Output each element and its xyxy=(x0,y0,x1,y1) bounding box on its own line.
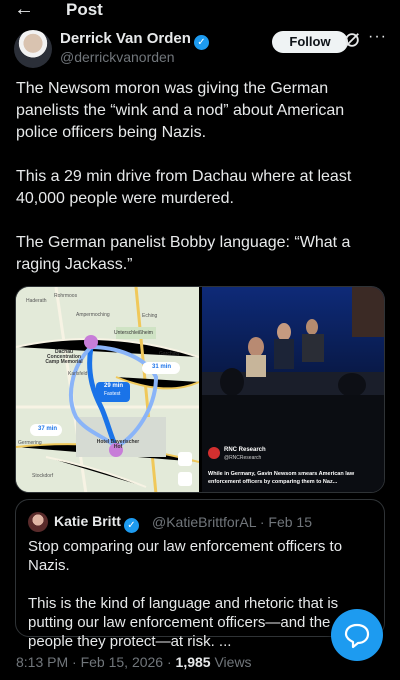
reply-fab-button[interactable] xyxy=(331,609,383,661)
quoted-handle: @KatieBrittforAL xyxy=(152,514,256,530)
route-alt-time: 37 min xyxy=(38,426,58,432)
map-label: Karlsfeld xyxy=(68,371,88,377)
quoted-post[interactable]: Katie Britt ✓ @KatieBrittforAL · Feb 15 S… xyxy=(15,499,385,650)
map-label: Unterschleißheim xyxy=(114,330,153,336)
views-label: Views xyxy=(210,654,252,670)
quoted-paragraph: This is the kind of language and rhetori… xyxy=(28,595,339,650)
quoted-name-wrap[interactable]: Katie Britt ✓ xyxy=(54,513,139,533)
map-label: Stockdorf xyxy=(32,473,54,479)
route-fastest-time: 29 min xyxy=(104,383,124,389)
follow-button[interactable]: Follow xyxy=(272,31,348,53)
author-handle[interactable]: @derrickvanorden xyxy=(60,49,175,65)
route-alt-time: 31 min xyxy=(152,364,172,370)
more-horizontal-icon[interactable]: ··· xyxy=(368,28,387,46)
quoted-paragraph: Stop comparing our law enforcement offic… xyxy=(28,538,343,574)
arrow-left-icon[interactable]: ← xyxy=(14,0,34,21)
views-count: 1,985 xyxy=(175,654,211,670)
post-paragraph: The Newsom moron was giving the German p… xyxy=(16,80,345,141)
quoted-handle-date: @KatieBrittforAL · Feb 15 xyxy=(152,514,312,530)
quoted-text: Stop comparing our law enforcement offic… xyxy=(28,537,378,670)
post-paragraph: This a 29 min drive from Dachau where at… xyxy=(16,168,352,207)
post-meta: 8:13 PM · Feb 15, 2026 · 1,985 Views xyxy=(16,654,252,670)
map-label: Ampermoching xyxy=(76,312,110,318)
post-timestamp[interactable]: 8:13 PM · Feb 15, 2026 · xyxy=(16,654,176,670)
map-image[interactable]: Rohrmoos Haderath Ampermoching Eching Un… xyxy=(16,287,199,492)
map-label: Hotel Bayerischer Hof xyxy=(96,439,140,450)
rnc-logo-icon xyxy=(208,447,220,459)
post-paragraph: The German panelist Bobby language: “Wha… xyxy=(16,234,351,273)
post-media[interactable]: Rohrmoos Haderath Ampermoching Eching Un… xyxy=(15,286,385,493)
video-scene xyxy=(202,287,384,492)
verified-badge-icon: ✓ xyxy=(193,35,209,50)
quoted-author-name[interactable]: Katie Britt xyxy=(54,513,121,529)
author-row: Derrick Van Orden ✓ @derrickvanorden Foll… xyxy=(14,28,386,68)
author-name[interactable]: Derrick Van Orden xyxy=(60,30,191,47)
map-label: Eching xyxy=(142,313,158,319)
video-source-name: RNC Research xyxy=(224,447,266,453)
map-label: Germering xyxy=(18,440,42,446)
quoted-avatar[interactable] xyxy=(28,512,48,532)
map-label: Garching xyxy=(159,351,180,357)
post-text: The Newsom moron was giving the German p… xyxy=(16,78,386,298)
video-thumbnail[interactable]: RNC Research @RNCResearch While in Germa… xyxy=(202,287,384,492)
avatar[interactable] xyxy=(14,30,52,68)
route-fastest-label: Fastest xyxy=(104,391,121,397)
author-name-wrap[interactable]: Derrick Van Orden ✓ xyxy=(60,30,209,50)
verified-badge-icon: ✓ xyxy=(123,518,139,533)
map-label: Dachau Concentration Camp Memorial xyxy=(45,349,83,365)
video-source-handle: @RNCResearch xyxy=(224,455,262,461)
map-label: Rohrmoos xyxy=(54,293,78,299)
grok-icon[interactable] xyxy=(343,31,361,49)
reply-bubble-icon xyxy=(344,623,370,649)
video-caption: While in Germany, Gavin Newsom smears Am… xyxy=(208,471,355,485)
page-title: Post xyxy=(66,0,103,19)
top-bar: ← Post xyxy=(0,0,400,22)
map-label: Haderath xyxy=(26,298,47,304)
quoted-date: · Feb 15 xyxy=(259,514,312,530)
